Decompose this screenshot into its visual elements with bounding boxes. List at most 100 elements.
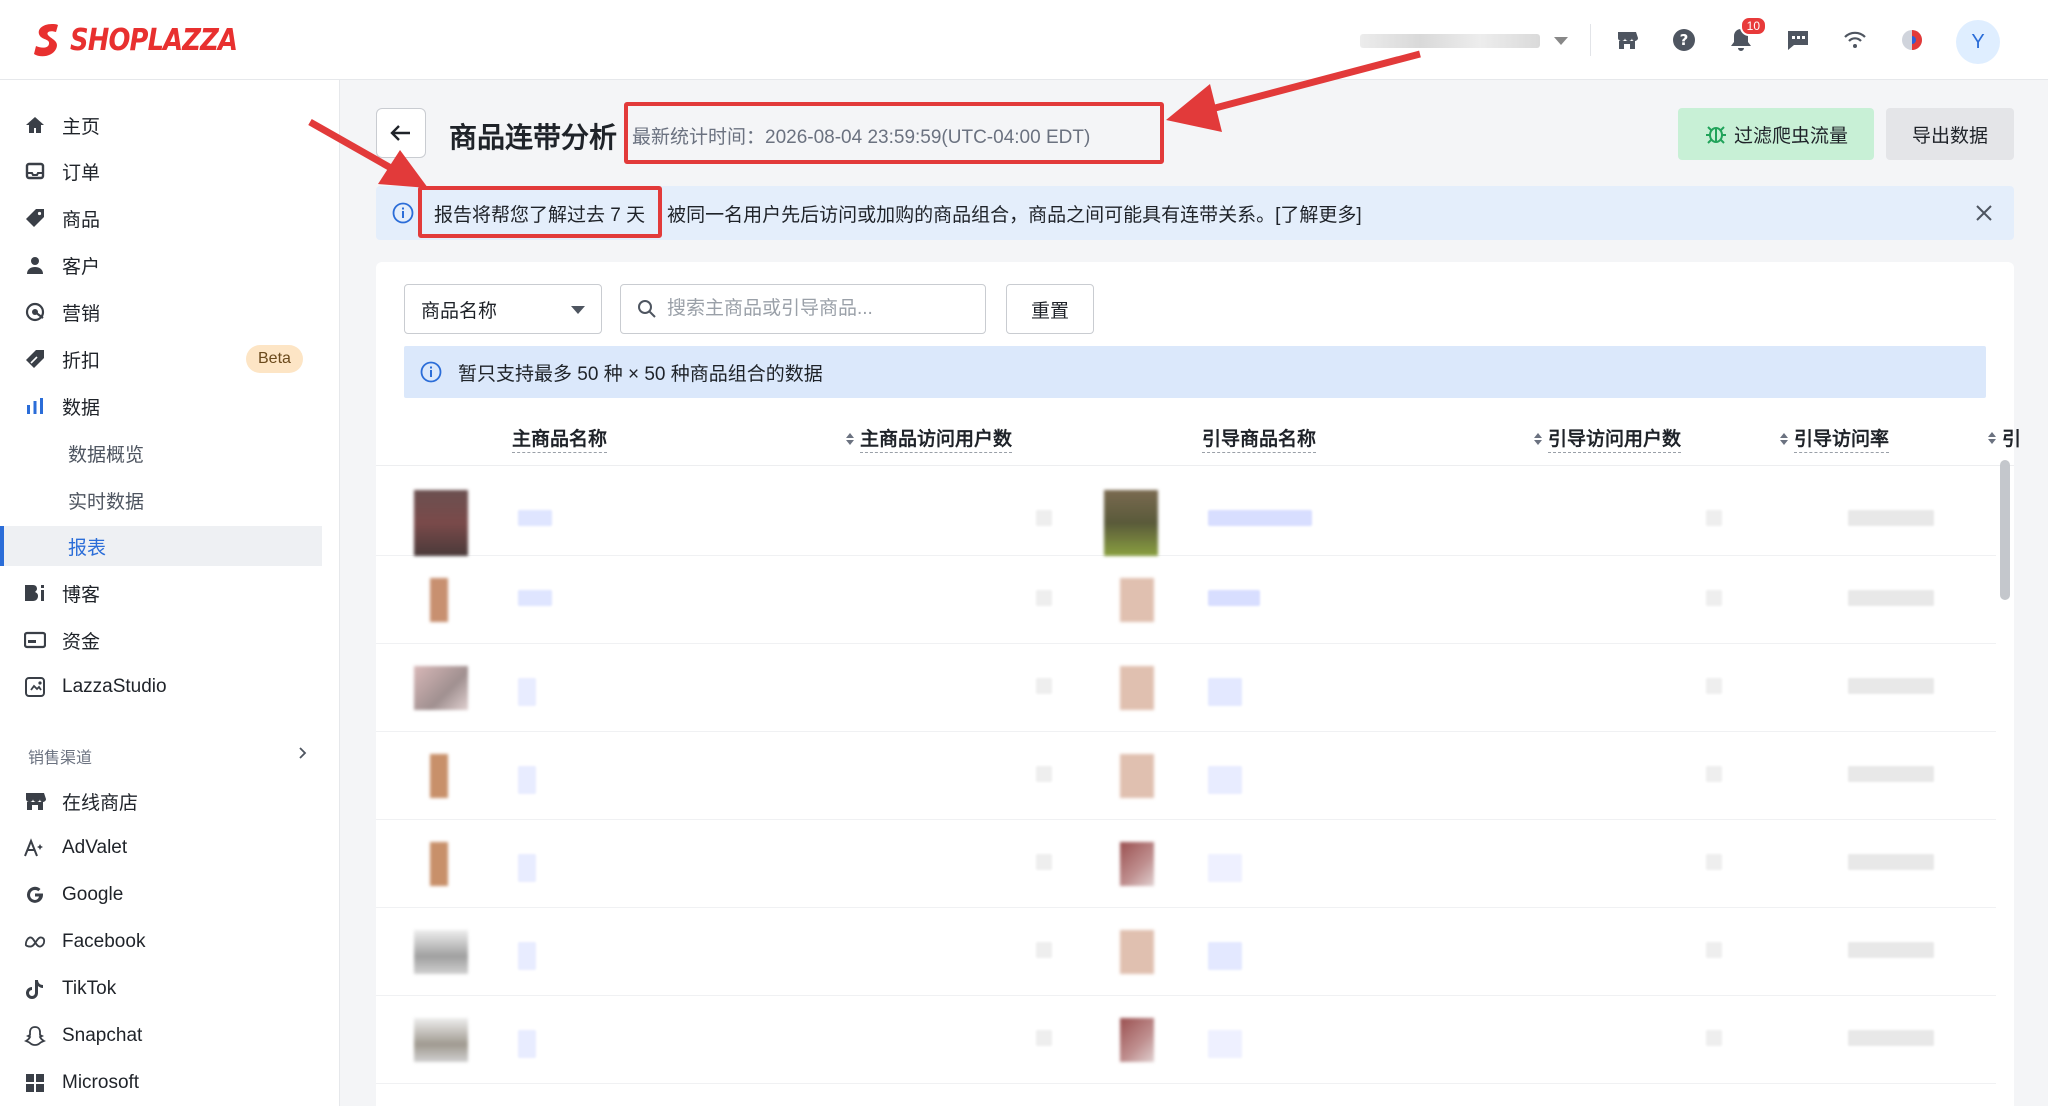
sidebar-item-online-store[interactable]: 在线商店 xyxy=(24,781,138,821)
redacted-text xyxy=(1706,590,1722,606)
column-main-product-visitors[interactable]: 主商品访问用户数 xyxy=(846,424,1013,453)
product-thumbnail xyxy=(1120,930,1154,974)
help-icon[interactable]: ? xyxy=(1668,24,1700,56)
sidebar-item-orders[interactable]: 订单 xyxy=(24,151,100,191)
store-selector[interactable] xyxy=(1360,30,1568,52)
sidebar-item-customers[interactable]: 客户 xyxy=(24,245,100,285)
sidebar-item-products[interactable]: 商品 xyxy=(24,198,100,238)
redacted-text xyxy=(1208,678,1242,706)
sidebar-item-microsoft[interactable]: Microsoft xyxy=(24,1063,139,1103)
column-guide-product-name[interactable]: 引导商品名称 xyxy=(1202,424,1317,453)
column-guide-visit-rate[interactable]: 引导访问率 xyxy=(1780,424,1890,453)
chevron-down-icon xyxy=(1554,37,1568,45)
redacted-text xyxy=(1036,854,1052,870)
chevron-right-icon[interactable] xyxy=(296,747,308,759)
sidebar-item-data[interactable]: 数据 xyxy=(24,386,100,426)
microsoft-icon xyxy=(24,1072,46,1094)
sales-channels-label[interactable]: 销售渠道 xyxy=(28,744,92,768)
notification-badge: 10 xyxy=(1739,16,1767,36)
sidebar-item-marketing[interactable]: 营销 xyxy=(24,292,100,332)
bell-icon[interactable]: 10 xyxy=(1725,16,1767,56)
close-icon[interactable] xyxy=(1974,203,1994,223)
sidebar-item-label: 资金 xyxy=(62,631,101,653)
brand-name: SHOPLAZZA xyxy=(70,22,238,58)
column-truncated[interactable]: 引 xyxy=(1988,424,2021,451)
sidebar-item-lazzastudio[interactable]: LazzaStudio xyxy=(24,667,167,707)
bug-icon xyxy=(1705,126,1726,144)
redacted-text xyxy=(518,678,536,706)
google-icon xyxy=(24,884,46,906)
sidebar-item-label: Microsoft xyxy=(62,1072,140,1093)
table-row[interactable] xyxy=(376,996,1996,1084)
wifi-icon[interactable] xyxy=(1839,24,1871,56)
sidebar-item-facebook[interactable]: Facebook xyxy=(24,922,145,962)
app-icon[interactable] xyxy=(1896,24,1928,56)
table-row[interactable] xyxy=(376,820,1996,908)
highlight-box-update-time xyxy=(624,102,1164,164)
sidebar-subitem-realtime[interactable]: 实时数据 xyxy=(68,480,144,520)
sidebar-subitem-data-overview[interactable]: 数据概览 xyxy=(68,433,144,473)
sidebar-item-tiktok[interactable]: TikTok xyxy=(24,969,116,1009)
sidebar-item-label: LazzaStudio xyxy=(62,676,167,697)
column-main-product-name[interactable]: 主商品名称 xyxy=(512,424,608,453)
filter-bot-traffic-button[interactable]: 过滤爬虫流量 xyxy=(1678,108,1874,160)
redacted-text xyxy=(518,1030,536,1058)
sidebar-subitem-reports[interactable]: 报表 xyxy=(0,526,322,566)
sidebar-item-label: Google xyxy=(62,884,124,905)
product-thumbnail xyxy=(430,842,448,886)
table-row[interactable] xyxy=(376,644,1996,732)
sidebar-item-label: 主页 xyxy=(62,116,101,138)
search-input[interactable] xyxy=(667,298,967,320)
sort-icon xyxy=(1534,432,1542,445)
sort-icon xyxy=(846,432,854,445)
sidebar-item-label: 订单 xyxy=(62,162,101,184)
banner-text: 被同一名用户先后访问或加购的商品组合，商品之间可能具有连带关系。[了解更多] xyxy=(667,204,1362,226)
shoplazza-logo[interactable]: SHOPLAZZA xyxy=(32,22,264,58)
sidebar-item-funds[interactable]: 资金 xyxy=(24,620,100,660)
redacted-text xyxy=(1706,1030,1722,1046)
redacted-text xyxy=(1036,766,1052,782)
sidebar-item-advalet[interactable]: AdValet xyxy=(24,828,127,868)
export-data-button[interactable]: 导出数据 xyxy=(1886,108,2014,160)
sidebar-item-google[interactable]: Google xyxy=(24,875,123,915)
person-icon xyxy=(24,254,46,276)
chevron-down-icon xyxy=(571,306,585,314)
arrow-left-icon xyxy=(390,125,410,141)
table-row[interactable] xyxy=(376,732,1996,820)
redacted-text xyxy=(1706,510,1722,526)
redacted-text xyxy=(1706,678,1722,694)
store-name-blurred xyxy=(1360,34,1540,48)
table-row[interactable] xyxy=(376,468,1996,556)
redacted-text xyxy=(1036,1030,1052,1046)
table-row[interactable] xyxy=(376,556,1996,644)
chat-icon[interactable] xyxy=(1782,24,1814,56)
limit-notice-text: 暂只支持最多 50 种 × 50 种商品组合的数据 xyxy=(458,363,823,385)
product-search-field[interactable] xyxy=(620,284,986,334)
sidebar: 主页 订单 商品 客户 营销 折扣 Beta 数据 数据概览 实时数据 报表 博… xyxy=(0,80,340,1106)
table-row[interactable] xyxy=(376,908,1996,996)
inbox-icon xyxy=(24,160,46,182)
sidebar-item-blog[interactable]: 博客 xyxy=(24,573,100,613)
redacted-text xyxy=(1848,942,1934,958)
redacted-text xyxy=(1208,854,1242,882)
redacted-text xyxy=(1208,942,1242,970)
sidebar-item-snapchat[interactable]: Snapchat xyxy=(24,1016,142,1056)
sidebar-item-label: Snapchat xyxy=(62,1025,143,1046)
column-guide-visitors[interactable]: 引导访问用户数 xyxy=(1534,424,1682,453)
sidebar-item-home[interactable]: 主页 xyxy=(24,105,100,145)
info-icon xyxy=(420,361,442,383)
avatar[interactable]: Y xyxy=(1956,20,2000,64)
filter-field-select[interactable]: 商品名称 xyxy=(404,284,602,334)
sidebar-item-label: TikTok xyxy=(62,978,117,999)
redacted-text xyxy=(1208,766,1242,794)
store-icon[interactable] xyxy=(1611,24,1643,56)
sidebar-item-discounts[interactable]: 折扣 xyxy=(24,339,100,379)
table-scrollbar[interactable] xyxy=(2000,460,2010,600)
redacted-text xyxy=(1706,854,1722,870)
reset-button[interactable]: 重置 xyxy=(1006,284,1094,334)
redacted-text xyxy=(518,766,536,794)
back-button[interactable] xyxy=(376,108,426,158)
svg-text:?: ? xyxy=(1680,31,1689,49)
redacted-text xyxy=(1706,766,1722,782)
sort-icon xyxy=(1988,431,1996,444)
